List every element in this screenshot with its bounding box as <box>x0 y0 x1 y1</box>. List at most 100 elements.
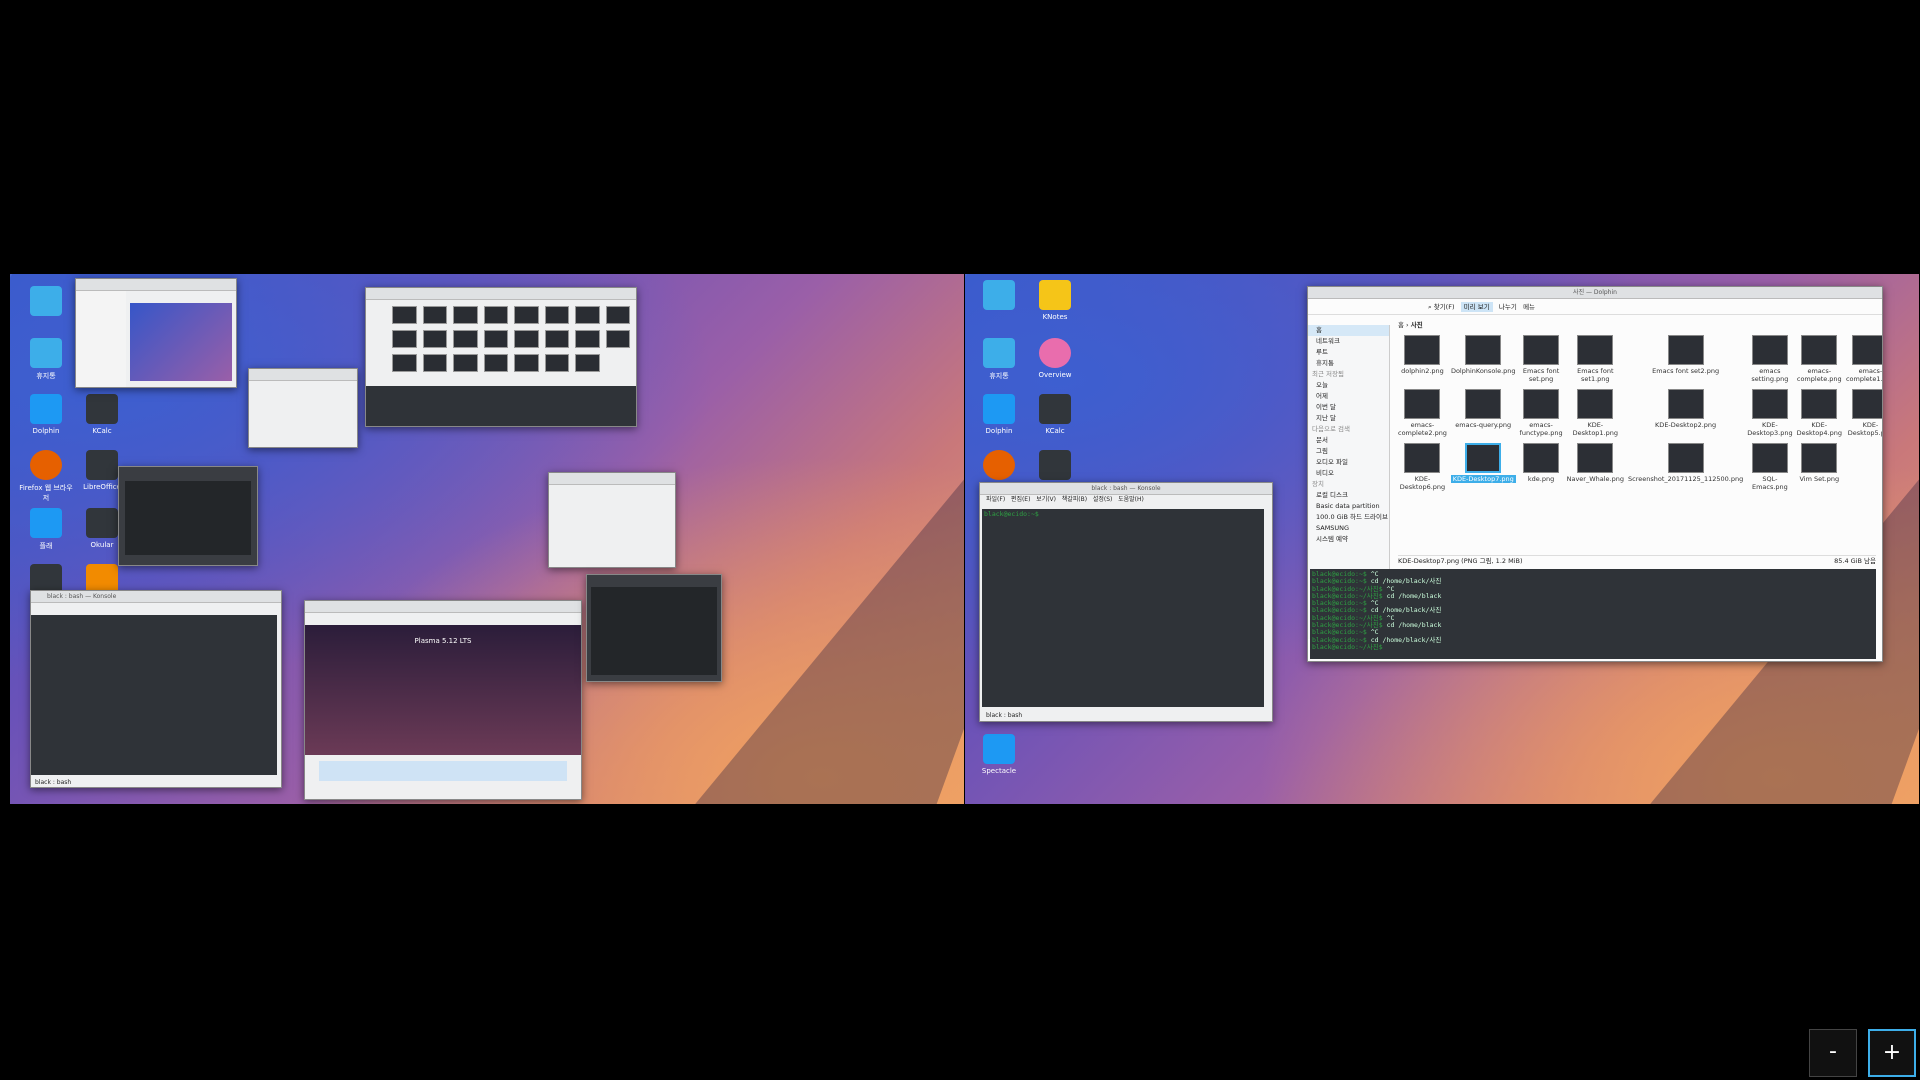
menu-button[interactable]: 메뉴 <box>1523 303 1535 311</box>
file-name: emacs-complete1.png <box>1845 367 1883 383</box>
file-item[interactable]: Emacs font set2.png <box>1628 335 1743 383</box>
window-dolphin-left[interactable] <box>365 287 637 427</box>
window-dolphin-mini[interactable] <box>75 278 237 388</box>
file-item[interactable]: emacs-complete.png <box>1797 335 1842 383</box>
file-item[interactable]: Emacs font set.png <box>1520 335 1563 383</box>
file-item[interactable]: KDE-Desktop1.png <box>1567 389 1624 437</box>
place-root[interactable]: 루트 <box>1308 347 1389 358</box>
file-item[interactable]: SQL-Emacs.png <box>1747 443 1792 491</box>
desktop-icon-dolphin-left[interactable]: Dolphin <box>18 394 74 435</box>
device-system-reserved[interactable]: 시스템 예약 <box>1308 534 1389 545</box>
search-audio[interactable]: 오디오 파일 <box>1308 457 1389 468</box>
device-basic-data[interactable]: Basic data partition <box>1308 501 1389 512</box>
file-name: DolphinKonsole.png <box>1450 367 1516 375</box>
file-item[interactable]: KDE-Desktop3.png <box>1747 389 1793 437</box>
window-settings[interactable] <box>548 472 676 568</box>
window-plasma-release[interactable]: Plasma 5.12 LTS <box>304 600 582 800</box>
file-item[interactable]: dolphin2.png <box>1398 335 1447 383</box>
place-network[interactable]: 네트워크 <box>1308 336 1389 347</box>
desktop-icon-overview[interactable]: Overview <box>1027 338 1083 379</box>
konsole-terminal-area[interactable]: black@ecido:~$ <box>982 509 1264 707</box>
file-name: emacs setting.png <box>1751 367 1789 383</box>
window-dark-1[interactable] <box>118 466 258 566</box>
desktop-icon-trash[interactable] <box>18 286 74 319</box>
desktop-icon-trash-left[interactable]: 휴지통 <box>18 338 74 381</box>
recent-header: 최근 저장됨 <box>1312 370 1344 378</box>
file-item[interactable]: Naver_Whale.png <box>1567 443 1624 491</box>
file-item[interactable]: KDE-Desktop6.png <box>1398 443 1447 491</box>
desktop-icon-note-right[interactable] <box>1027 450 1083 483</box>
file-item[interactable]: Emacs font set1.png <box>1567 335 1624 383</box>
find-button[interactable]: 찾기(F) <box>1434 303 1455 311</box>
file-name: SQL-Emacs.png <box>1751 475 1788 491</box>
breadcrumb-home[interactable]: 홈 <box>1398 321 1404 329</box>
desktop-icon-dolphin-right[interactable]: Dolphin <box>971 394 1027 435</box>
device-samsung[interactable]: SAMSUNG <box>1308 523 1389 534</box>
dolphin-icon <box>30 394 62 424</box>
place-home[interactable]: 홈 <box>1308 325 1389 336</box>
breadcrumb-current[interactable]: 사진 <box>1411 321 1423 329</box>
file-item[interactable]: KDE-Desktop5.png <box>1846 389 1882 437</box>
window-dolphin-right[interactable]: 사진 — Dolphin ⌕ 찾기(F) 미리 보기 나누기 메뉴 홈 네트워크… <box>1307 286 1883 662</box>
menu-settings[interactable]: 설정(S) <box>1093 496 1113 503</box>
window-dark-2[interactable] <box>586 574 722 682</box>
desktop-icon-knotes[interactable]: KNotes <box>1027 280 1083 321</box>
file-item[interactable]: kde.png <box>1520 443 1563 491</box>
file-item[interactable]: emacs setting.png <box>1747 335 1792 383</box>
desktop-left[interactable]: 휴지통 Dolphin KCalc Firefox 웹 브라우저 LibreOf… <box>10 274 964 804</box>
search-video[interactable]: 비디오 <box>1308 468 1389 479</box>
file-item[interactable]: Screenshot_20171125_112500.png <box>1628 443 1743 491</box>
recent-today[interactable]: 오늘 <box>1308 380 1389 391</box>
file-item[interactable]: emacs-complete2.png <box>1398 389 1447 437</box>
file-item[interactable]: emacs-complete1.png <box>1845 335 1883 383</box>
file-item[interactable]: KDE-Desktop2.png <box>1628 389 1743 437</box>
image-thumbnail-icon <box>1852 389 1882 419</box>
window-konsole-right[interactable]: black : bash — Konsole 파일(F) 편집(E) 보기(V)… <box>979 482 1273 722</box>
desktop-icon-trash-right[interactable]: 휴지통 <box>971 338 1027 381</box>
search-documents[interactable]: 문서 <box>1308 435 1389 446</box>
menu-file[interactable]: 파일(F) <box>986 496 1005 503</box>
file-item[interactable]: KDE-Desktop7.png <box>1450 443 1516 491</box>
image-thumbnail-icon <box>1404 443 1441 473</box>
file-item[interactable]: emacs-query.png <box>1451 389 1516 437</box>
file-item[interactable]: Vim Set.png <box>1797 443 1842 491</box>
menu-view[interactable]: 보기(V) <box>1036 496 1056 503</box>
zoom-in-button[interactable]: + <box>1868 1029 1916 1077</box>
preview-button[interactable]: 미리 보기 <box>1460 302 1493 312</box>
place-trash[interactable]: 휴지통 <box>1308 358 1389 369</box>
desktop-icon-firefox-right[interactable] <box>971 450 1027 483</box>
desktop-right[interactable]: KNotes 휴지통 Overview Dolphin KCalc Specta… <box>965 274 1919 804</box>
search-images[interactable]: 그림 <box>1308 446 1389 457</box>
dolphin-title: 사진 — Dolphin <box>1308 287 1882 299</box>
desktop-icon-firefox-left[interactable]: Firefox 웹 브라우저 <box>18 450 74 503</box>
desktop-icon-kcalc-right[interactable]: KCalc <box>1027 394 1083 435</box>
desktop-icon-home[interactable] <box>971 280 1027 313</box>
recent-yesterday[interactable]: 어제 <box>1308 391 1389 402</box>
file-item[interactable]: DolphinKonsole.png <box>1451 335 1516 383</box>
desktop-icon-kcalc-left[interactable]: KCalc <box>74 394 130 435</box>
split-button[interactable]: 나누기 <box>1499 303 1517 311</box>
file-item[interactable]: emacs-functype.png <box>1520 389 1563 437</box>
menu-bookmarks[interactable]: 책갈피(B) <box>1062 496 1087 503</box>
dolphin-terminal-panel[interactable]: black@ecido:~$ ^C black@ecido:~$ cd /home… <box>1310 569 1876 659</box>
device-local-disk[interactable]: 로컬 디스크 <box>1308 490 1389 501</box>
zoom-out-button[interactable]: - <box>1809 1029 1857 1077</box>
konsole-menubar: 파일(F) 편집(E) 보기(V) 책갈피(B) 설정(S) 도움말(H) <box>980 495 1272 505</box>
device-hdd[interactable]: 100.0 GiB 하드 드라이브 <box>1308 512 1389 523</box>
image-thumbnail-icon <box>1523 389 1560 419</box>
menu-help[interactable]: 도움말(H) <box>1118 496 1144 503</box>
terminal-command: cd /home/black <box>1382 621 1442 630</box>
file-name: KDE-Desktop1.png <box>1572 421 1618 437</box>
desktop-icon-spectacle[interactable]: Spectacle <box>971 734 1027 775</box>
window-konsole-left[interactable]: black : bash — Konsole black : bash <box>30 590 282 788</box>
recent-this-month[interactable]: 이번 달 <box>1308 402 1389 413</box>
file-item[interactable]: KDE-Desktop4.png <box>1797 389 1842 437</box>
search-icon: ⌕ <box>1428 303 1432 311</box>
menu-edit[interactable]: 편집(E) <box>1011 496 1031 503</box>
konsole-tab[interactable]: black : bash <box>986 712 1022 719</box>
image-thumbnail-icon <box>1751 443 1788 473</box>
desktop-icon-plasma[interactable]: 플래 <box>18 508 74 551</box>
search-header: 다음으로 검색 <box>1312 425 1350 433</box>
window-dialog[interactable] <box>248 368 358 448</box>
recent-last-month[interactable]: 지난 달 <box>1308 413 1389 424</box>
